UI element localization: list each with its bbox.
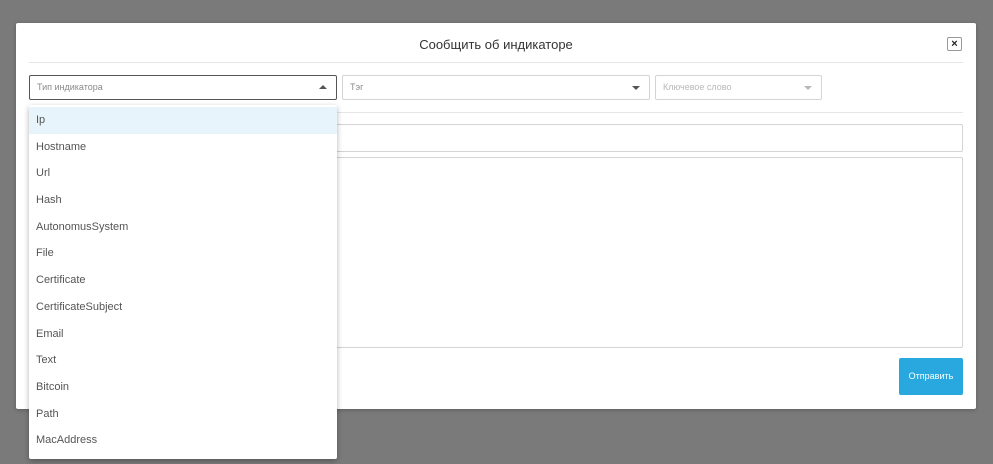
- chevron-up-icon: [319, 85, 327, 89]
- close-button[interactable]: ×: [947, 37, 962, 51]
- option-path[interactable]: Path: [29, 401, 337, 428]
- option-bitcoin[interactable]: Bitcoin: [29, 374, 337, 401]
- indicator-type-select[interactable]: Тип индикатора: [29, 75, 337, 100]
- option-hash[interactable]: Hash: [29, 187, 337, 214]
- header-divider: [29, 62, 963, 63]
- chevron-down-icon: [632, 86, 640, 90]
- option-ip[interactable]: Ip: [29, 107, 337, 134]
- option-certificate-subject[interactable]: CertificateSubject: [29, 294, 337, 321]
- option-file[interactable]: File: [29, 240, 337, 267]
- chevron-down-icon: [804, 86, 812, 90]
- option-autonomus-system[interactable]: AutonomusSystem: [29, 214, 337, 241]
- option-email[interactable]: Email: [29, 321, 337, 348]
- modal-title: Сообщить об индикаторе: [419, 37, 573, 52]
- tag-placeholder: Тэг: [350, 82, 364, 92]
- option-mac-address[interactable]: MacAddress: [29, 427, 337, 454]
- indicator-type-dropdown: Ip Hostname Url Hash AutonomusSystem Fil…: [29, 105, 337, 459]
- tag-select[interactable]: Тэг: [342, 75, 650, 100]
- submit-button[interactable]: Отправить: [899, 358, 963, 395]
- option-certificate[interactable]: Certificate: [29, 267, 337, 294]
- option-text[interactable]: Text: [29, 347, 337, 374]
- keyword-placeholder: Ключевое слово: [663, 82, 732, 92]
- option-url[interactable]: Url: [29, 160, 337, 187]
- option-hostname[interactable]: Hostname: [29, 134, 337, 161]
- indicator-type-placeholder: Тип индикатора: [37, 82, 103, 92]
- keyword-select[interactable]: Ключевое слово: [655, 75, 822, 100]
